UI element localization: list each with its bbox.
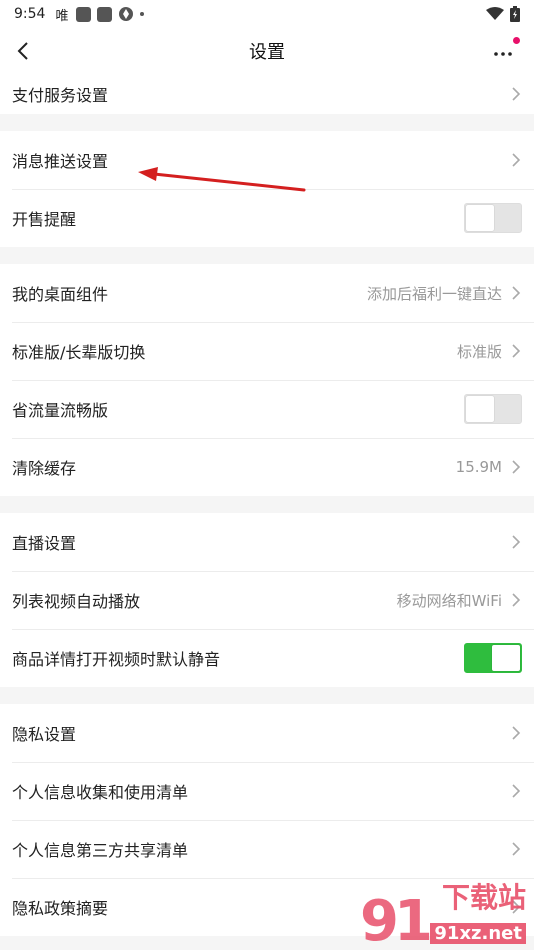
battery-icon [510,6,520,22]
setting-label: 支付服务设置 [12,86,109,105]
chevron-right-icon [512,153,521,167]
setting-privacy[interactable]: 隐私设置 [0,704,534,762]
settings-list: 支付服务设置 消息推送设置 开售提醒 我的桌面组件 添加后福利一键直达 标准版/… [0,74,534,936]
setting-label: 清除缓存 [12,459,77,478]
notification-icon [97,6,113,22]
setting-desktop-widget[interactable]: 我的桌面组件 添加后福利一键直达 [0,264,534,322]
more-notifications-icon [140,12,145,16]
setting-label: 个人信息第三方共享清单 [12,841,189,860]
chevron-right-icon [512,784,521,798]
header: 设置 [0,28,534,74]
setting-label: 直播设置 [12,534,77,553]
setting-label: 隐私设置 [12,725,77,744]
setting-third-party[interactable]: 个人信息第三方共享清单 [0,820,534,878]
setting-sale-reminder: 开售提醒 [0,189,534,247]
setting-payment[interactable]: 支付服务设置 [0,74,534,114]
wifi-icon [486,7,504,20]
setting-version-switch[interactable]: 标准版/长辈版切换 标准版 [0,322,534,380]
setting-autoplay[interactable]: 列表视频自动播放 移动网络和WiFi [0,571,534,629]
notification-icon [76,6,92,22]
chevron-right-icon [512,535,521,549]
setting-label: 个人信息收集和使用清单 [12,783,189,802]
back-icon[interactable] [12,38,38,64]
status-carrier: 唯 [55,8,69,24]
mute-video-toggle[interactable] [464,643,522,673]
setting-label: 隐私政策摘要 [12,899,109,918]
setting-value: 移动网络和WiFi [396,591,502,610]
setting-value: 15.9M [455,458,502,476]
status-bar: 9:54 唯 [0,0,534,28]
notification-group: 消息推送设置 开售提醒 [0,131,534,247]
chevron-right-icon [512,286,521,300]
setting-info-collection[interactable]: 个人信息收集和使用清单 [0,762,534,820]
chevron-right-icon [512,460,521,474]
display-group: 我的桌面组件 添加后福利一键直达 标准版/长辈版切换 标准版 省流量流畅版 清除… [0,264,534,496]
page-title: 设置 [249,42,285,63]
chevron-right-icon [512,344,521,358]
notification-dot [513,37,520,44]
chevron-right-icon [512,87,521,101]
app-notification-icon [119,7,134,21]
setting-label: 消息推送设置 [12,152,109,171]
setting-clear-cache[interactable]: 清除缓存 15.9M [0,438,534,496]
setting-live[interactable]: 直播设置 [0,513,534,571]
setting-label: 列表视频自动播放 [12,592,141,611]
setting-label: 商品详情打开视频时默认静音 [12,650,221,669]
setting-value: 添加后福利一键直达 [366,284,502,303]
chevron-right-icon [512,842,521,856]
chevron-right-icon [512,593,521,607]
setting-mute-video: 商品详情打开视频时默认静音 [0,629,534,687]
setting-label: 省流量流畅版 [12,401,109,420]
watermark-brand: 下载站 [441,881,526,914]
setting-label: 标准版/长辈版切换 [12,343,146,362]
setting-data-saver: 省流量流畅版 [0,380,534,438]
data-saver-toggle[interactable] [464,394,522,424]
payment-group: 支付服务设置 [0,74,534,114]
more-button[interactable] [490,37,520,64]
video-group: 直播设置 列表视频自动播放 移动网络和WiFi 商品详情打开视频时默认静音 [0,513,534,687]
setting-push[interactable]: 消息推送设置 [0,131,534,189]
setting-label: 开售提醒 [12,210,77,229]
status-time: 9:54 [14,6,46,22]
more-icon [494,52,512,56]
watermark-domain: 91xz.net [430,923,526,944]
setting-label: 我的桌面组件 [12,285,109,304]
setting-value: 标准版 [456,342,502,361]
sale-reminder-toggle[interactable] [464,203,522,233]
chevron-right-icon [512,726,521,740]
